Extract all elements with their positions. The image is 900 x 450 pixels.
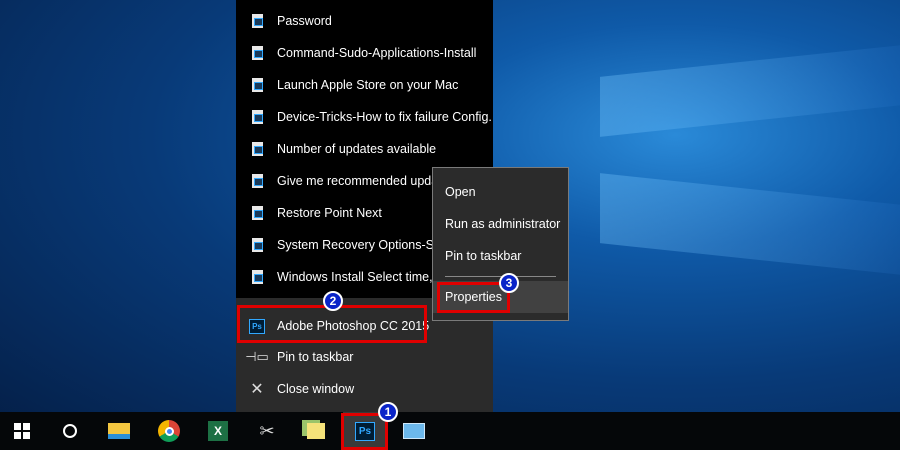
menu-open[interactable]: Open (433, 176, 568, 208)
recent-item-label: Number of updates available (277, 142, 437, 156)
excel[interactable]: X (196, 412, 240, 450)
snipping-tool[interactable]: ✂ (245, 412, 289, 450)
close-icon: ✕ (250, 381, 264, 398)
document-icon (251, 270, 263, 284)
close-label: Close window (277, 382, 355, 396)
pin-to-taskbar[interactable]: ⊣▭ Pin to taskbar (236, 341, 493, 373)
step-badge-2: 2 (323, 291, 343, 311)
document-icon (251, 238, 263, 252)
step-badge-1: 1 (378, 402, 398, 422)
document-icon (251, 174, 263, 188)
recent-item-label: Launch Apple Store on your Mac (277, 78, 459, 92)
menu-pin-to-taskbar[interactable]: Pin to taskbar (433, 240, 568, 272)
wallpaper-beam (600, 173, 900, 277)
pin-label: Pin to taskbar (277, 350, 354, 364)
document-icon (251, 142, 263, 156)
recent-item-label: Give me recommended updates (277, 174, 455, 188)
document-icon (251, 78, 263, 92)
step-badge-3: 3 (499, 273, 519, 293)
start-button[interactable] (0, 412, 44, 450)
excel-icon: X (208, 421, 228, 441)
wallpaper-beam (600, 43, 900, 137)
folder-icon (108, 423, 130, 439)
pin-icon: ⊣▭ (245, 349, 269, 364)
windows-icon (14, 423, 30, 439)
search-circle-icon (63, 424, 77, 438)
recent-item-label: Restore Point Next (277, 206, 382, 220)
menu-run-as-admin[interactable]: Run as administrator (433, 208, 568, 240)
taskbar: X ✂ Ps (0, 412, 900, 450)
recent-item-label: Command-Sudo-Applications-Install (277, 46, 477, 60)
scissors-icon: ✂ (259, 420, 275, 441)
document-icon (251, 110, 263, 124)
cortana-button[interactable] (48, 412, 92, 450)
close-window[interactable]: ✕ Close window (236, 373, 493, 405)
recent-item-label: Password (277, 14, 332, 28)
recent-item[interactable]: Password (236, 5, 493, 37)
chrome-icon (158, 420, 180, 442)
document-icon (251, 46, 263, 60)
control-panel-icon (403, 423, 425, 439)
sticky-notes[interactable] (294, 412, 338, 450)
recent-item[interactable]: Command-Sudo-Applications-Install (236, 37, 493, 69)
document-icon (251, 206, 263, 220)
document-icon (251, 14, 263, 28)
recent-item[interactable]: Number of updates available (236, 133, 493, 165)
chrome[interactable] (147, 412, 191, 450)
recent-item-label: Device-Tricks-How to fix failure Config.… (277, 110, 493, 124)
recent-item[interactable]: Device-Tricks-How to fix failure Config.… (236, 101, 493, 133)
sticky-notes-icon (307, 423, 325, 439)
file-explorer[interactable] (97, 412, 141, 450)
recent-item[interactable]: Launch Apple Store on your Mac (236, 69, 493, 101)
control-panel[interactable] (392, 412, 436, 450)
